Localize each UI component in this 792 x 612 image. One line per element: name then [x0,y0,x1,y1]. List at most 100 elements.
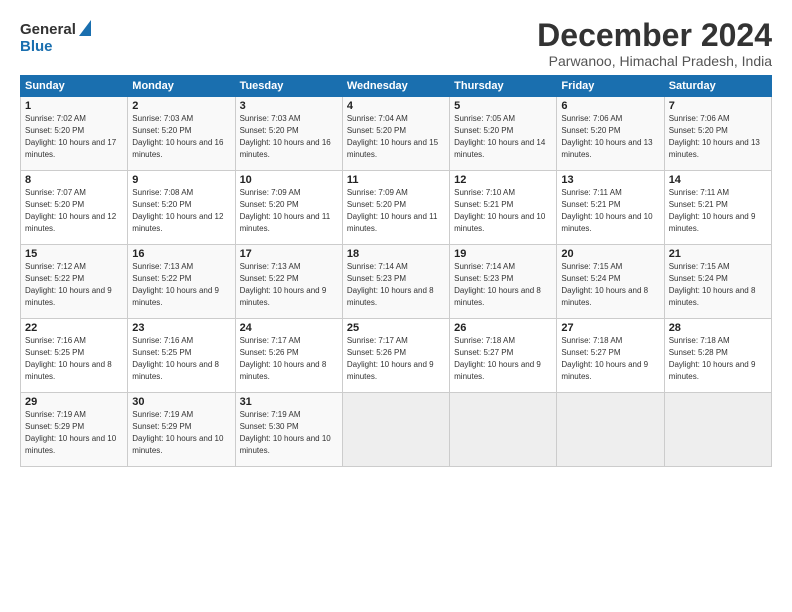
day-number: 31 [240,396,338,408]
day-detail: Sunrise: 7:03 AMSunset: 5:20 PMDaylight:… [132,114,223,158]
calendar-cell: 4 Sunrise: 7:04 AMSunset: 5:20 PMDaylight… [342,97,449,171]
calendar-cell: 19Sunrise: 7:14 AMSunset: 5:23 PMDayligh… [450,245,557,319]
title-block: December 2024 Parwanoo, Himachal Pradesh… [537,18,772,69]
day-number: 11 [347,174,445,186]
day-detail: Sunrise: 7:09 AMSunset: 5:20 PMDaylight:… [240,188,331,232]
calendar-cell: 20 Sunrise: 7:15 AMSunset: 5:24 PMDayligh… [557,245,664,319]
day-detail: Sunrise: 7:19 AMSunset: 5:29 PMDaylight:… [25,410,116,454]
day-number: 23 [132,322,230,334]
day-number: 21 [669,248,767,260]
col-monday: Monday [128,76,235,97]
day-number: 27 [561,322,659,334]
day-number: 15 [25,248,123,260]
col-wednesday: Wednesday [342,76,449,97]
calendar-cell: 5 Sunrise: 7:05 AMSunset: 5:20 PMDaylight… [450,97,557,171]
week-row-5: 29 Sunrise: 7:19 AMSunset: 5:29 PMDayligh… [21,393,772,467]
day-number: 29 [25,396,123,408]
calendar-cell: 30 Sunrise: 7:19 AMSunset: 5:29 PMDayligh… [128,393,235,467]
logo-text-blue: Blue [20,38,53,55]
day-number: 12 [454,174,552,186]
calendar-cell: 3Sunrise: 7:03 AMSunset: 5:20 PMDaylight… [235,97,342,171]
day-number: 18 [347,248,445,260]
calendar-cell: 21 Sunrise: 7:15 AMSunset: 5:24 PMDayligh… [664,245,771,319]
day-detail: Sunrise: 7:05 AMSunset: 5:20 PMDaylight:… [454,114,545,158]
day-number: 16 [132,248,230,260]
day-number: 5 [454,100,552,112]
calendar-cell: 12 Sunrise: 7:10 AMSunset: 5:21 PMDayligh… [450,171,557,245]
calendar-cell: 15 Sunrise: 7:12 AMSunset: 5:22 PMDayligh… [21,245,128,319]
calendar-cell [342,393,449,467]
calendar-cell: 16 Sunrise: 7:13 AMSunset: 5:22 PMDayligh… [128,245,235,319]
logo: General Blue [20,18,91,55]
col-sunday: Sunday [21,76,128,97]
calendar-cell: 17 Sunrise: 7:13 AMSunset: 5:22 PMDayligh… [235,245,342,319]
day-number: 13 [561,174,659,186]
day-number: 6 [561,100,659,112]
day-detail: Sunrise: 7:15 AMSunset: 5:24 PMDaylight:… [669,262,756,306]
calendar-cell: 1 Sunrise: 7:02 AMSunset: 5:20 PMDaylight… [21,97,128,171]
day-detail: Sunrise: 7:04 AMSunset: 5:20 PMDaylight:… [347,114,438,158]
week-row-2: 8 Sunrise: 7:07 AMSunset: 5:20 PMDaylight… [21,171,772,245]
day-detail: Sunrise: 7:10 AMSunset: 5:21 PMDaylight:… [454,188,545,232]
week-row-3: 15 Sunrise: 7:12 AMSunset: 5:22 PMDayligh… [21,245,772,319]
calendar-cell: 10 Sunrise: 7:09 AMSunset: 5:20 PMDayligh… [235,171,342,245]
day-number: 2 [132,100,230,112]
day-number: 30 [132,396,230,408]
calendar-cell [664,393,771,467]
day-detail: Sunrise: 7:14 AMSunset: 5:23 PMDaylight:… [347,262,434,306]
col-saturday: Saturday [664,76,771,97]
day-detail: Sunrise: 7:16 AMSunset: 5:25 PMDaylight:… [25,336,112,380]
calendar-cell [557,393,664,467]
day-number: 26 [454,322,552,334]
week-row-1: 1 Sunrise: 7:02 AMSunset: 5:20 PMDaylight… [21,97,772,171]
day-number: 1 [25,100,123,112]
day-detail: Sunrise: 7:18 AMSunset: 5:28 PMDaylight:… [669,336,756,380]
calendar-cell: 24 Sunrise: 7:17 AMSunset: 5:26 PMDayligh… [235,319,342,393]
calendar-cell: 31 Sunrise: 7:19 AMSunset: 5:30 PMDayligh… [235,393,342,467]
calendar-cell: 29 Sunrise: 7:19 AMSunset: 5:29 PMDayligh… [21,393,128,467]
day-detail: Sunrise: 7:06 AMSunset: 5:20 PMDaylight:… [561,114,652,158]
day-detail: Sunrise: 7:11 AMSunset: 5:21 PMDaylight:… [669,188,756,232]
logo-triangle-icon [79,20,91,41]
day-number: 10 [240,174,338,186]
week-row-4: 22 Sunrise: 7:16 AMSunset: 5:25 PMDayligh… [21,319,772,393]
day-detail: Sunrise: 7:15 AMSunset: 5:24 PMDaylight:… [561,262,648,306]
calendar-cell: 14 Sunrise: 7:11 AMSunset: 5:21 PMDayligh… [664,171,771,245]
header-row: Sunday Monday Tuesday Wednesday Thursday… [21,76,772,97]
calendar-cell: 7Sunrise: 7:06 AMSunset: 5:20 PMDaylight… [664,97,771,171]
page: General Blue December 2024 Parwanoo, Him… [0,0,792,612]
calendar-cell: 2 Sunrise: 7:03 AMSunset: 5:20 PMDaylight… [128,97,235,171]
day-detail: Sunrise: 7:13 AMSunset: 5:22 PMDaylight:… [132,262,219,306]
day-detail: Sunrise: 7:12 AMSunset: 5:22 PMDaylight:… [25,262,112,306]
calendar-cell [450,393,557,467]
day-number: 22 [25,322,123,334]
day-number: 14 [669,174,767,186]
day-number: 24 [240,322,338,334]
day-detail: Sunrise: 7:17 AMSunset: 5:26 PMDaylight:… [240,336,327,380]
day-number: 9 [132,174,230,186]
day-detail: Sunrise: 7:02 AMSunset: 5:20 PMDaylight:… [25,114,116,158]
calendar-cell: 6 Sunrise: 7:06 AMSunset: 5:20 PMDaylight… [557,97,664,171]
day-number: 20 [561,248,659,260]
day-detail: Sunrise: 7:19 AMSunset: 5:29 PMDaylight:… [132,410,223,454]
calendar-cell: 27Sunrise: 7:18 AMSunset: 5:27 PMDayligh… [557,319,664,393]
calendar-cell: 18 Sunrise: 7:14 AMSunset: 5:23 PMDayligh… [342,245,449,319]
day-number: 4 [347,100,445,112]
day-number: 17 [240,248,338,260]
logo-text-general: General [20,21,76,38]
col-tuesday: Tuesday [235,76,342,97]
day-detail: Sunrise: 7:11 AMSunset: 5:21 PMDaylight:… [561,188,652,232]
day-detail: Sunrise: 7:17 AMSunset: 5:26 PMDaylight:… [347,336,434,380]
day-detail: Sunrise: 7:07 AMSunset: 5:20 PMDaylight:… [25,188,116,232]
col-thursday: Thursday [450,76,557,97]
day-number: 7 [669,100,767,112]
header: General Blue December 2024 Parwanoo, Him… [20,18,772,69]
day-number: 8 [25,174,123,186]
calendar-cell: 26 Sunrise: 7:18 AMSunset: 5:27 PMDayligh… [450,319,557,393]
day-number: 3 [240,100,338,112]
calendar-table: Sunday Monday Tuesday Wednesday Thursday… [20,75,772,467]
day-detail: Sunrise: 7:18 AMSunset: 5:27 PMDaylight:… [454,336,541,380]
day-detail: Sunrise: 7:19 AMSunset: 5:30 PMDaylight:… [240,410,331,454]
calendar-subtitle: Parwanoo, Himachal Pradesh, India [537,53,772,69]
day-detail: Sunrise: 7:13 AMSunset: 5:22 PMDaylight:… [240,262,327,306]
